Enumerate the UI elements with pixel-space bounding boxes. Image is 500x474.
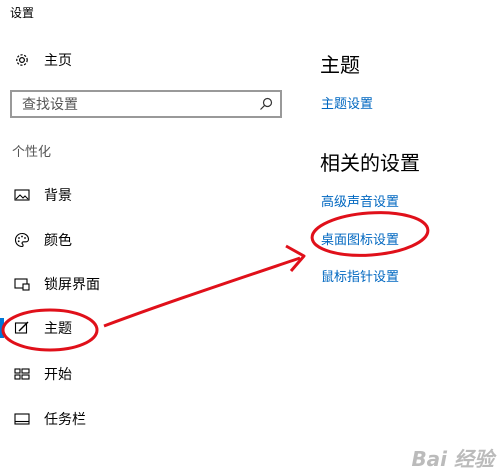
sidebar-item-home[interactable]: 主页	[0, 44, 300, 76]
active-indicator	[0, 318, 4, 338]
sidebar-item-background[interactable]: 背景	[0, 179, 300, 211]
desktop-icon-settings-link[interactable]: 桌面图标设置	[321, 229, 399, 248]
advanced-sound-settings-link[interactable]: 高级声音设置	[321, 191, 399, 210]
related-settings-heading: 相关的设置	[320, 151, 420, 175]
gear-icon	[12, 50, 32, 70]
window-title: 设置	[10, 6, 35, 20]
sidebar-item-themes[interactable]: 主题	[0, 312, 300, 344]
sidebar-item-label: 背景	[44, 188, 72, 204]
sidebar-item-label: 颜色	[44, 233, 72, 249]
search-icon[interactable]	[258, 96, 274, 112]
sidebar-item-label: 主题	[44, 321, 72, 337]
sidebar-item-taskbar[interactable]: 任务栏	[0, 403, 300, 435]
search-box[interactable]	[10, 90, 282, 118]
picture-icon	[12, 185, 32, 205]
theme-settings-link[interactable]: 主题设置	[321, 93, 373, 112]
mouse-pointer-settings-link[interactable]: 鼠标指针设置	[321, 266, 399, 285]
sidebar-item-label: 开始	[44, 367, 72, 383]
sidebar-item-label: 主页	[44, 53, 72, 69]
start-menu-icon	[12, 364, 32, 384]
lock-screen-icon	[12, 274, 32, 294]
section-title-personalization: 个性化	[12, 145, 52, 160]
sidebar-item-label: 锁屏界面	[44, 277, 100, 293]
palette-icon	[12, 230, 32, 250]
sidebar-item-label: 任务栏	[44, 412, 86, 428]
page-title: 主题	[320, 53, 360, 77]
taskbar-icon	[12, 409, 32, 429]
theme-brush-icon	[12, 318, 32, 338]
sidebar-item-lock-screen[interactable]: 锁屏界面	[0, 268, 300, 300]
search-input[interactable]	[20, 95, 254, 115]
sidebar-item-start[interactable]: 开始	[0, 358, 300, 390]
watermark: Bai 经验	[411, 447, 494, 471]
sidebar-item-colors[interactable]: 颜色	[0, 224, 300, 256]
